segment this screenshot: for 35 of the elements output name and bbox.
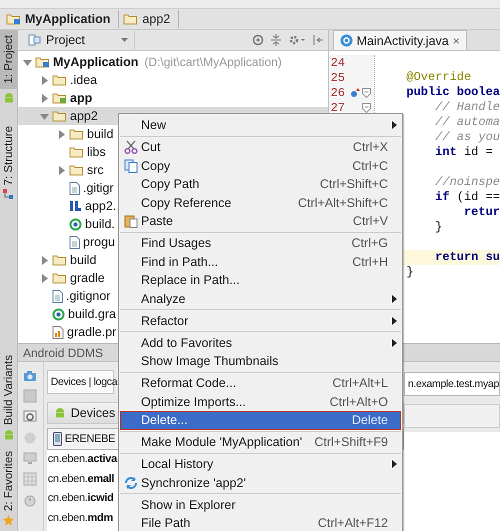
tree-item-label: progu (83, 235, 115, 249)
code-line: } (435, 220, 442, 235)
tree-item-label: gradle (70, 271, 105, 285)
tree-item-label: MyApplication (53, 55, 138, 69)
tree-item-label: build.gra (68, 307, 116, 321)
tree-item-label: src (87, 163, 104, 177)
code-line: // Handle (435, 100, 500, 115)
tool-window-title: Android DDMS (23, 346, 104, 360)
tree-item-label: .gitigr (83, 181, 114, 195)
tree-item-label: .gitignor (66, 289, 110, 303)
tree-item-label: build (70, 253, 96, 267)
code-line: if (id == (435, 190, 500, 205)
tree-item-label: libs (87, 145, 106, 159)
code-line: //noinspe (435, 175, 500, 190)
tree-item-label: app (70, 91, 92, 105)
code-line: // automa (435, 115, 500, 130)
devices-title: Devices (70, 406, 116, 420)
tree-item-label: app2 (70, 109, 98, 123)
code-line: return su (435, 250, 500, 265)
tree-item-label: gradle.pr (67, 325, 116, 339)
line-number: 26 (330, 86, 346, 100)
tree-item-label: build (87, 127, 114, 141)
line-number: 25 (330, 70, 346, 84)
tree-item-label: app2. (85, 199, 116, 213)
code-line: // as you (435, 130, 500, 145)
project-path: (D:\git\cart\MyApplication) (144, 55, 282, 69)
code-line: public boolea (406, 85, 500, 100)
code-line: @Override (406, 70, 472, 85)
tree-item-label: .idea (70, 73, 98, 87)
code-line: } (406, 265, 414, 280)
tree-item-label: build. (85, 217, 115, 231)
code-line: retur (464, 205, 500, 220)
line-number: 24 (330, 56, 346, 70)
line-number: 27 (330, 100, 346, 114)
code-line: int id = (435, 145, 493, 160)
